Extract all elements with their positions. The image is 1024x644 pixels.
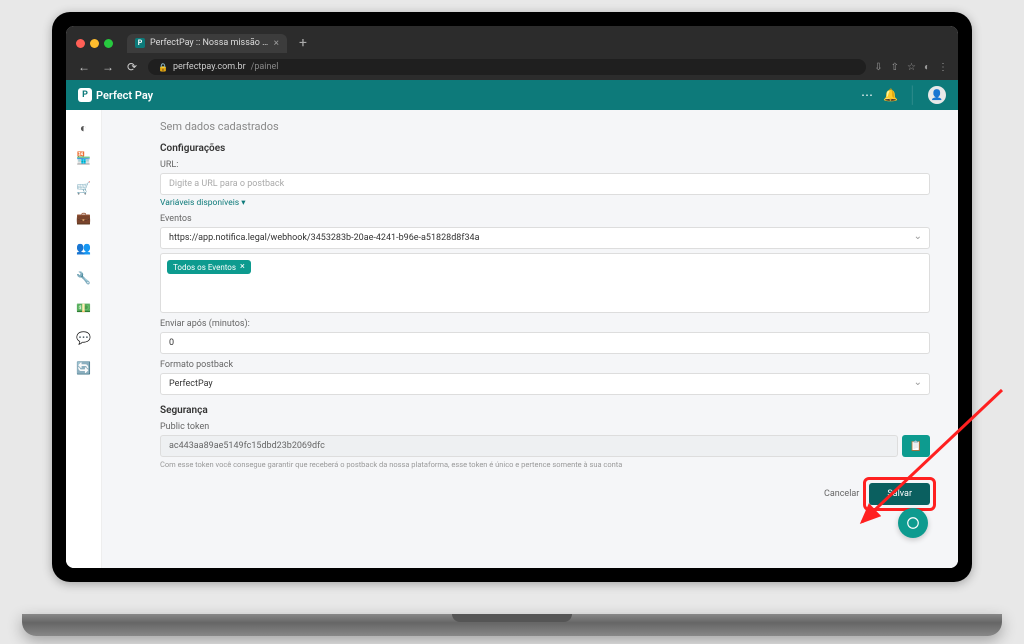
url-host: perfectpay.com.br — [173, 62, 246, 72]
briefcase-icon[interactable]: 💼 — [74, 208, 94, 228]
events-label: Eventos — [160, 214, 930, 224]
security-section-title: Segurança — [160, 405, 930, 416]
wrench-icon[interactable]: 🔧 — [74, 268, 94, 288]
event-tag: Todos os Eventos × — [167, 260, 251, 274]
profile-icon[interactable]: ◐ — [924, 62, 930, 73]
maximize-window-icon[interactable] — [104, 39, 113, 48]
brand-logo[interactable]: P Perfect Pay — [78, 88, 153, 102]
sidebar: ◐ 🏪 🛒 💼 👥 🔧 💵 💬 🔄 — [66, 110, 102, 568]
bell-icon[interactable]: 🔔 — [883, 88, 898, 102]
events-select[interactable] — [160, 227, 930, 249]
logo-icon: P — [78, 88, 92, 102]
main-content: Sem dados cadastrados Configurações URL:… — [102, 110, 958, 568]
minimize-window-icon[interactable] — [90, 39, 99, 48]
lock-icon: 🔒 — [158, 63, 168, 72]
token-hint: Com esse token você consegue garantir qu… — [160, 460, 930, 469]
page-title: Sem dados cadastrados — [160, 120, 930, 133]
app-header: P Perfect Pay ⋯ 🔔 │ 👤 — [66, 80, 958, 110]
help-fab[interactable] — [898, 508, 928, 538]
shop-icon[interactable]: 🏪 — [74, 148, 94, 168]
avatar[interactable]: 👤 — [928, 86, 946, 104]
browser-chrome: P PerfectPay :: Nossa missão é faze... ×… — [66, 26, 958, 80]
gauge-icon[interactable]: ◐ — [74, 118, 94, 138]
forward-button[interactable]: → — [100, 60, 116, 74]
chat-icon[interactable]: 💬 — [74, 328, 94, 348]
reload-button[interactable]: ⟳ — [124, 60, 140, 74]
save-button[interactable]: Salvar — [869, 483, 930, 505]
delay-label: Enviar após (minutos): — [160, 319, 930, 329]
url-path: /painel — [251, 62, 279, 72]
browser-tab[interactable]: P PerfectPay :: Nossa missão é faze... × — [127, 34, 287, 53]
more-icon[interactable]: ⋯ — [861, 88, 873, 102]
remove-tag-icon[interactable]: × — [240, 262, 245, 272]
address-bar[interactable]: 🔒 perfectpay.com.br/painel — [148, 59, 866, 75]
back-button[interactable]: ← — [76, 60, 92, 74]
variables-link[interactable]: Variáveis disponíveis ▾ — [160, 198, 246, 208]
cancel-button[interactable]: Cancelar — [824, 489, 859, 499]
menu-icon[interactable]: ⋮ — [938, 62, 948, 73]
close-tab-icon[interactable]: × — [274, 38, 279, 49]
delay-input[interactable] — [160, 332, 930, 354]
cash-icon[interactable]: 💵 — [74, 298, 94, 318]
bookmark-icon[interactable]: ☆ — [907, 62, 916, 73]
users-icon[interactable]: 👥 — [74, 238, 94, 258]
tab-title: PerfectPay :: Nossa missão é faze... — [150, 38, 269, 48]
new-tab-button[interactable]: + — [293, 35, 313, 51]
refresh-icon[interactable]: 🔄 — [74, 358, 94, 378]
install-icon[interactable]: ⇩ — [874, 62, 882, 73]
token-label: Public token — [160, 422, 930, 432]
share-icon[interactable]: ⇧ — [891, 62, 899, 73]
close-window-icon[interactable] — [76, 39, 85, 48]
window-controls — [76, 39, 113, 48]
token-input[interactable] — [160, 435, 898, 457]
url-input[interactable] — [160, 173, 930, 195]
url-label: URL: — [160, 160, 930, 170]
format-select[interactable] — [160, 373, 930, 395]
events-tag-box[interactable]: Todos os Eventos × — [160, 253, 930, 313]
format-label: Formato postback — [160, 360, 930, 370]
tab-favicon-icon: P — [135, 38, 145, 48]
header-divider: │ — [908, 85, 918, 105]
copy-token-button[interactable]: 📋 — [902, 435, 930, 457]
config-section-title: Configurações — [160, 143, 930, 154]
cart-icon[interactable]: 🛒 — [74, 178, 94, 198]
